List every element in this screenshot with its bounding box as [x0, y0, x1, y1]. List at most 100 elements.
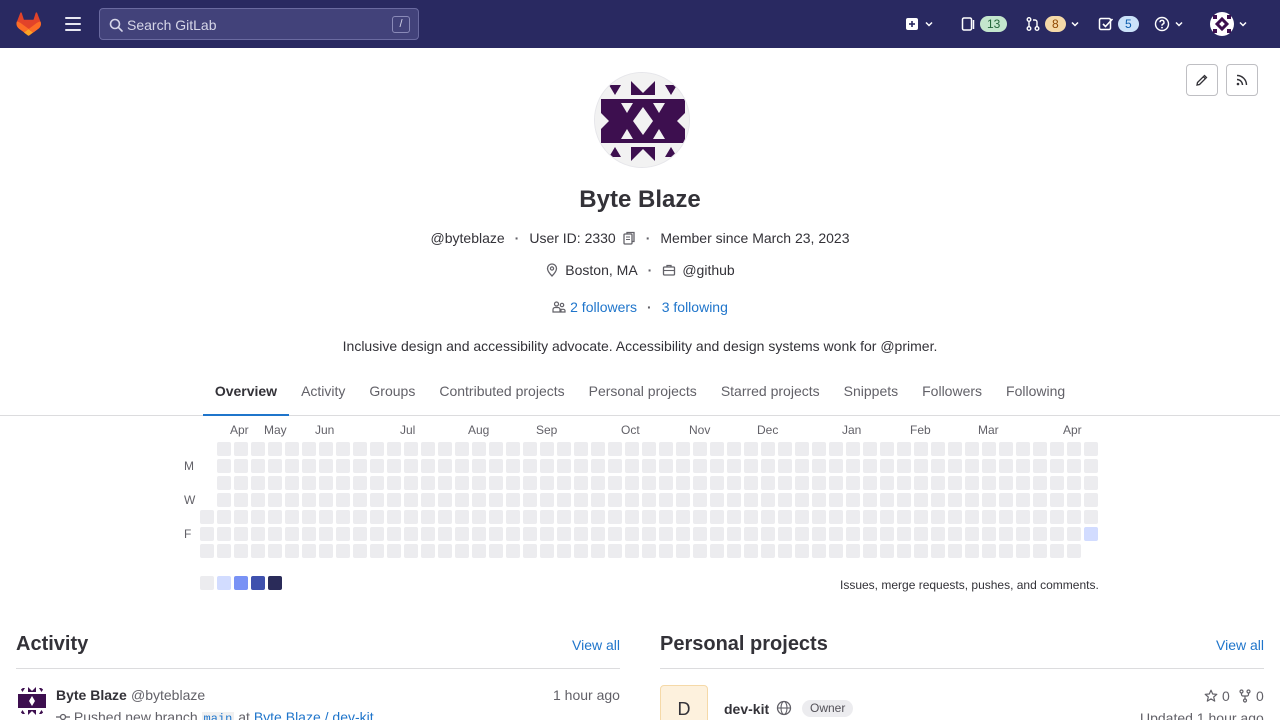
- search-input[interactable]: [127, 15, 387, 35]
- calendar-day-cell[interactable]: [727, 493, 741, 507]
- calendar-day-cell[interactable]: [795, 442, 809, 456]
- calendar-day-cell[interactable]: [982, 527, 996, 541]
- calendar-day-cell[interactable]: [217, 442, 231, 456]
- calendar-day-cell[interactable]: [676, 442, 690, 456]
- calendar-day-cell[interactable]: [846, 493, 860, 507]
- calendar-day-cell[interactable]: [336, 476, 350, 490]
- calendar-day-cell[interactable]: [761, 459, 775, 473]
- calendar-day-cell[interactable]: [489, 510, 503, 524]
- calendar-day-cell[interactable]: [540, 493, 554, 507]
- calendar-day-cell[interactable]: [948, 459, 962, 473]
- calendar-day-cell[interactable]: [812, 442, 826, 456]
- todos-button[interactable]: 5: [1098, 12, 1139, 36]
- calendar-day-cell[interactable]: [1033, 527, 1047, 541]
- calendar-day-cell[interactable]: [591, 493, 605, 507]
- calendar-day-cell[interactable]: [489, 442, 503, 456]
- calendar-day-cell[interactable]: [642, 442, 656, 456]
- calendar-day-cell[interactable]: [693, 544, 707, 558]
- calendar-day-cell[interactable]: [302, 544, 316, 558]
- calendar-day-cell[interactable]: [353, 544, 367, 558]
- calendar-day-cell[interactable]: [353, 510, 367, 524]
- create-new-button[interactable]: [904, 12, 934, 36]
- calendar-day-cell[interactable]: [1067, 493, 1081, 507]
- calendar-day-cell[interactable]: [795, 493, 809, 507]
- calendar-day-cell[interactable]: [676, 544, 690, 558]
- calendar-day-cell[interactable]: [999, 493, 1013, 507]
- calendar-day-cell[interactable]: [574, 459, 588, 473]
- calendar-day-cell[interactable]: [302, 459, 316, 473]
- calendar-day-cell[interactable]: [472, 527, 486, 541]
- calendar-day-cell[interactable]: [608, 476, 622, 490]
- calendar-day-cell[interactable]: [506, 493, 520, 507]
- calendar-day-cell[interactable]: [557, 493, 571, 507]
- calendar-day-cell[interactable]: [489, 544, 503, 558]
- calendar-day-cell[interactable]: [931, 510, 945, 524]
- calendar-day-cell[interactable]: [642, 493, 656, 507]
- calendar-day-cell[interactable]: [251, 493, 265, 507]
- calendar-day-cell[interactable]: [319, 527, 333, 541]
- calendar-day-cell[interactable]: [897, 527, 911, 541]
- calendar-day-cell[interactable]: [1067, 510, 1081, 524]
- calendar-day-cell[interactable]: [234, 510, 248, 524]
- tab-following[interactable]: Following: [994, 368, 1077, 415]
- calendar-day-cell[interactable]: [319, 442, 333, 456]
- calendar-day-cell[interactable]: [1050, 459, 1064, 473]
- project-avatar[interactable]: D: [660, 685, 708, 720]
- avatar[interactable]: [16, 685, 48, 717]
- calendar-day-cell[interactable]: [472, 442, 486, 456]
- calendar-day-cell[interactable]: [268, 442, 282, 456]
- calendar-day-cell[interactable]: [421, 527, 435, 541]
- calendar-day-cell[interactable]: [778, 527, 792, 541]
- search-box[interactable]: /: [99, 8, 419, 40]
- calendar-day-cell[interactable]: [591, 442, 605, 456]
- calendar-day-cell[interactable]: [693, 510, 707, 524]
- calendar-day-cell[interactable]: [302, 527, 316, 541]
- calendar-day-cell[interactable]: [778, 442, 792, 456]
- calendar-day-cell[interactable]: [880, 544, 894, 558]
- calendar-day-cell[interactable]: [999, 459, 1013, 473]
- calendar-day-cell[interactable]: [948, 493, 962, 507]
- calendar-day-cell[interactable]: [914, 544, 928, 558]
- calendar-day-cell[interactable]: [336, 544, 350, 558]
- calendar-day-cell[interactable]: [557, 442, 571, 456]
- calendar-day-cell[interactable]: [591, 459, 605, 473]
- calendar-day-cell[interactable]: [217, 476, 231, 490]
- calendar-day-cell[interactable]: [404, 459, 418, 473]
- calendar-day-cell[interactable]: [387, 544, 401, 558]
- calendar-day-cell[interactable]: [489, 493, 503, 507]
- calendar-day-cell[interactable]: [982, 442, 996, 456]
- calendar-day-cell[interactable]: [659, 510, 673, 524]
- tab-overview[interactable]: Overview: [202, 368, 290, 416]
- project-stars[interactable]: 0: [1204, 688, 1230, 704]
- calendar-day-cell[interactable]: [744, 510, 758, 524]
- calendar-day-cell[interactable]: [608, 459, 622, 473]
- calendar-day-cell[interactable]: [897, 510, 911, 524]
- calendar-day-cell[interactable]: [625, 527, 639, 541]
- calendar-day-cell[interactable]: [1016, 544, 1030, 558]
- calendar-day-cell[interactable]: [1016, 476, 1030, 490]
- calendar-day-cell[interactable]: [982, 510, 996, 524]
- calendar-day-cell[interactable]: [1084, 493, 1098, 507]
- calendar-day-cell[interactable]: [336, 527, 350, 541]
- calendar-day-cell[interactable]: [591, 544, 605, 558]
- calendar-day-cell[interactable]: [319, 459, 333, 473]
- calendar-day-cell[interactable]: [999, 442, 1013, 456]
- calendar-day-cell[interactable]: [948, 527, 962, 541]
- calendar-day-cell[interactable]: [455, 510, 469, 524]
- calendar-day-cell[interactable]: [863, 459, 877, 473]
- calendar-day-cell[interactable]: [319, 510, 333, 524]
- calendar-day-cell[interactable]: [591, 476, 605, 490]
- activity-view-all-link[interactable]: View all: [572, 637, 620, 653]
- calendar-day-cell[interactable]: [404, 510, 418, 524]
- calendar-day-cell[interactable]: [438, 493, 452, 507]
- calendar-day-cell[interactable]: [1067, 527, 1081, 541]
- calendar-day-cell[interactable]: [863, 442, 877, 456]
- calendar-day-cell[interactable]: [829, 510, 843, 524]
- calendar-day-cell[interactable]: [302, 442, 316, 456]
- calendar-day-cell[interactable]: [251, 527, 265, 541]
- calendar-day-cell[interactable]: [268, 459, 282, 473]
- calendar-day-cell[interactable]: [404, 527, 418, 541]
- calendar-day-cell[interactable]: [846, 510, 860, 524]
- main-menu-button[interactable]: [62, 14, 84, 34]
- calendar-day-cell[interactable]: [931, 442, 945, 456]
